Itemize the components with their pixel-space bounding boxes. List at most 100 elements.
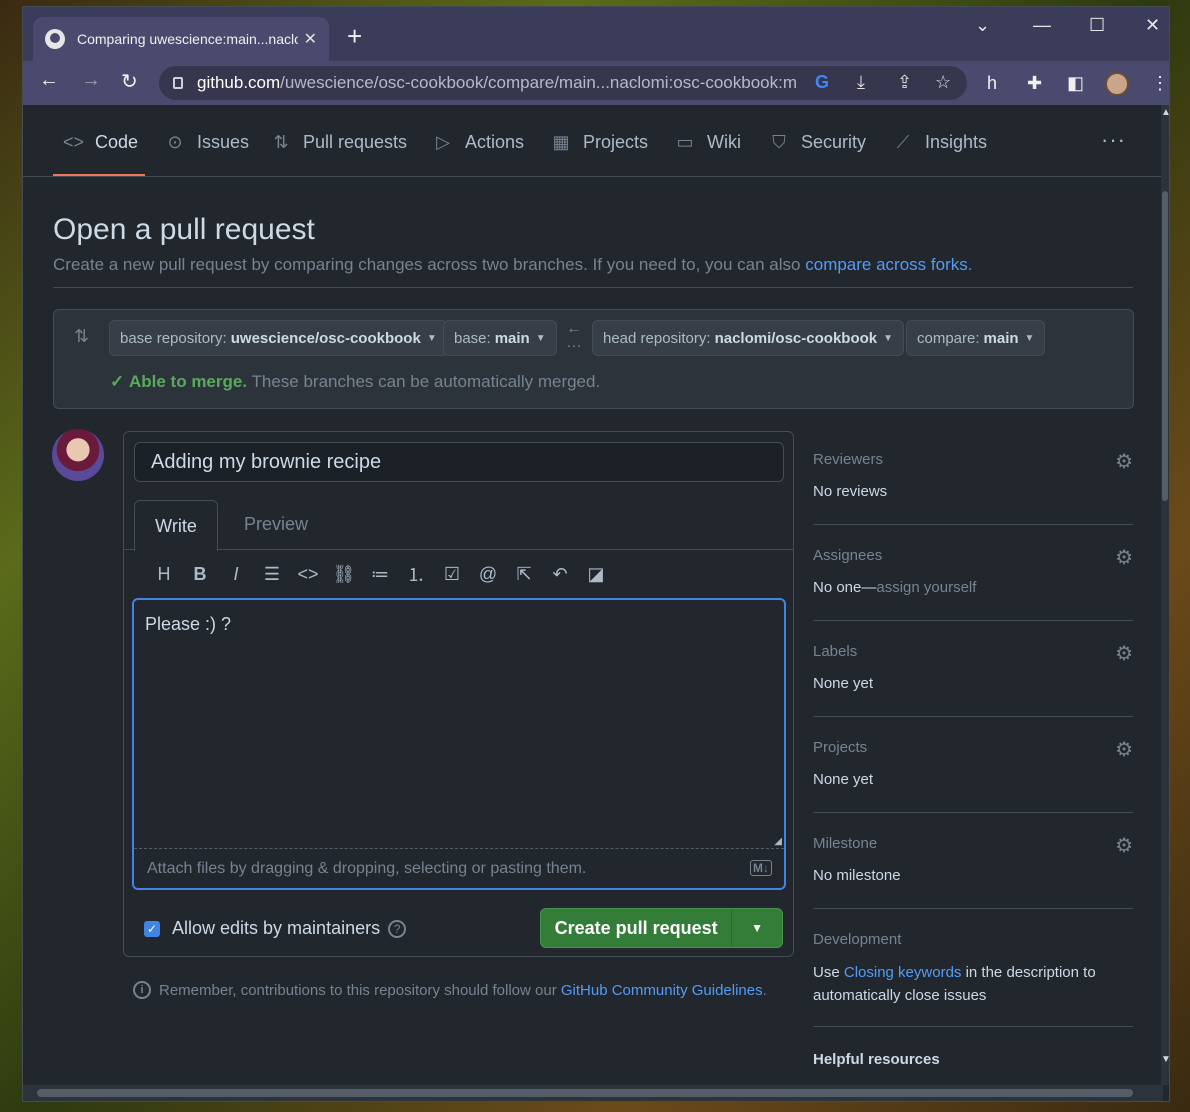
pr-title-input[interactable]: Adding my brownie recipe bbox=[134, 442, 784, 482]
milestone-heading[interactable]: Milestone bbox=[813, 835, 877, 852]
allow-edits-checkbox[interactable]: ✓ bbox=[144, 920, 160, 937]
hypothesis-extension-icon[interactable]: h bbox=[987, 73, 997, 94]
tab-issues[interactable]: ⊙ Issues bbox=[165, 129, 249, 155]
task-list-icon[interactable]: ☑ bbox=[434, 564, 470, 585]
allow-edits-label[interactable]: Allow edits by maintainers bbox=[172, 918, 380, 939]
tab-issues-label: Issues bbox=[197, 131, 250, 152]
compare-branch-select[interactable]: compare: main ▼ bbox=[906, 320, 1046, 356]
reviewers-value: No reviews bbox=[813, 483, 888, 500]
insights-icon: ⟋ bbox=[896, 131, 910, 152]
maximize-icon[interactable]: ☐ bbox=[1089, 15, 1105, 36]
bookmark-star-icon[interactable]: ☆ bbox=[935, 72, 951, 93]
code-icon: <> bbox=[63, 131, 85, 152]
bulleted-list-icon[interactable]: ≔ bbox=[362, 564, 398, 585]
gear-icon[interactable]: ⚙ bbox=[1115, 833, 1133, 858]
numbered-list-icon[interactable]: ⒈ bbox=[398, 561, 434, 587]
assignees-value: No one—assign yourself bbox=[813, 579, 977, 596]
horizontal-scrollbar[interactable] bbox=[23, 1085, 1163, 1101]
assignees-heading[interactable]: Assignees bbox=[813, 547, 882, 564]
gear-icon[interactable]: ⚙ bbox=[1115, 737, 1133, 762]
close-tab-icon[interactable]: ✕ bbox=[304, 29, 317, 49]
closing-keywords-link[interactable]: Closing keywords bbox=[844, 964, 962, 981]
tab-wiki[interactable]: ▭ Wiki bbox=[675, 129, 741, 155]
labels-heading[interactable]: Labels bbox=[813, 643, 857, 660]
tab-pull-requests[interactable]: ⇅ Pull requests bbox=[271, 129, 407, 155]
tab-search-icon[interactable]: ⌄ bbox=[975, 15, 990, 36]
tab-code-label: Code bbox=[95, 131, 139, 152]
google-icon[interactable]: G bbox=[815, 72, 829, 93]
editor-tabs: Write Preview bbox=[124, 500, 793, 551]
tab-write[interactable]: Write bbox=[134, 500, 218, 551]
browser-tab[interactable]: Comparing uwescience:main...naclomi:osc-… bbox=[33, 17, 329, 61]
markdown-toolbar: H B I ☰ <> ⛓ ≔ ⒈ ☑ @ ⇱ ↶ ◪ bbox=[146, 562, 614, 586]
slash-commands-icon[interactable]: ◪ bbox=[578, 564, 614, 585]
quote-icon[interactable]: ☰ bbox=[254, 564, 290, 585]
tab-code[interactable]: <> Code bbox=[63, 129, 138, 155]
assign-yourself-link[interactable]: assign yourself bbox=[876, 579, 976, 596]
minimize-icon[interactable]: — bbox=[1033, 15, 1051, 36]
pull-request-form: Adding my brownie recipe Write Preview H… bbox=[123, 431, 794, 957]
reload-icon[interactable]: ↻ bbox=[121, 69, 138, 94]
address-bar[interactable]: github.com/uwescience/osc-cookbook/compa… bbox=[159, 66, 967, 100]
vertical-scroll-thumb[interactable] bbox=[1162, 191, 1168, 501]
sidebar-milestone: Milestone ⚙ No milestone bbox=[813, 835, 1133, 909]
share-icon[interactable]: ⇪ bbox=[897, 72, 912, 93]
check-icon: ✓ bbox=[110, 372, 125, 391]
base-branch-select[interactable]: base: main ▼ bbox=[443, 320, 557, 356]
extensions-puzzle-icon[interactable]: ✚ bbox=[1027, 73, 1042, 94]
vertical-scrollbar[interactable]: ▲ ▼ bbox=[1161, 105, 1169, 1085]
heading-icon[interactable]: H bbox=[146, 564, 182, 585]
tab-projects[interactable]: ▦ Projects bbox=[551, 129, 648, 155]
attach-files-hint[interactable]: Attach files by dragging & dropping, sel… bbox=[147, 860, 586, 878]
base-repository-select[interactable]: base repository: uwescience/osc-cookbook ▼ bbox=[109, 320, 448, 356]
tab-actions-label: Actions bbox=[465, 131, 525, 152]
profile-avatar[interactable] bbox=[1105, 72, 1129, 96]
bold-icon[interactable]: B bbox=[182, 564, 218, 585]
page-subtitle: Create a new pull request by comparing c… bbox=[53, 255, 973, 274]
forward-icon[interactable]: → bbox=[81, 69, 101, 92]
mention-icon[interactable]: @ bbox=[470, 564, 506, 585]
help-icon[interactable]: ? bbox=[388, 919, 407, 938]
tab-actions[interactable]: ▷ Actions bbox=[433, 129, 524, 155]
tab-security[interactable]: ⛉ Security bbox=[769, 129, 866, 155]
caret-down-icon: ▼ bbox=[883, 332, 894, 344]
caret-down-icon: ▼ bbox=[535, 332, 546, 344]
link-icon[interactable]: ⛓ bbox=[326, 564, 362, 585]
markdown-icon[interactable]: M↓ bbox=[750, 860, 772, 876]
head-repository-select[interactable]: head repository: naclomi/osc-cookbook ▼ bbox=[592, 320, 905, 356]
side-panel-icon[interactable]: ◧ bbox=[1067, 73, 1084, 94]
pull-request-icon: ⇅ bbox=[273, 131, 289, 152]
user-avatar[interactable] bbox=[52, 429, 104, 481]
horizontal-scroll-thumb[interactable] bbox=[37, 1089, 1133, 1097]
gear-icon[interactable]: ⚙ bbox=[1115, 449, 1133, 474]
scroll-up-icon[interactable]: ▲ bbox=[1161, 107, 1169, 118]
create-options-dropdown-icon[interactable]: ▼ bbox=[732, 921, 782, 935]
close-window-icon[interactable]: ✕ bbox=[1145, 15, 1160, 36]
more-options-icon[interactable]: ··· bbox=[1101, 127, 1126, 153]
create-pull-request-button[interactable]: Create pull request bbox=[541, 909, 733, 947]
tab-preview[interactable]: Preview bbox=[244, 514, 308, 535]
compare-forks-link[interactable]: compare across forks bbox=[805, 255, 968, 274]
install-icon[interactable]: ⤓ bbox=[857, 72, 865, 93]
menu-kebab-icon[interactable]: ⋮ bbox=[1151, 73, 1169, 94]
lock-icon[interactable] bbox=[173, 77, 183, 89]
development-text: Use Closing keywords in the description … bbox=[813, 964, 1096, 1004]
left-arrow-icon: ←… bbox=[566, 320, 582, 351]
resize-handle-icon[interactable]: ◢ bbox=[774, 836, 782, 847]
projects-heading[interactable]: Projects bbox=[813, 739, 867, 756]
tab-insights[interactable]: ⟋ Insights bbox=[893, 129, 987, 155]
italic-icon[interactable]: I bbox=[218, 564, 254, 585]
url-text: github.com/uwescience/osc-cookbook/compa… bbox=[197, 73, 797, 92]
reviewers-heading[interactable]: Reviewers bbox=[813, 451, 883, 468]
code-icon[interactable]: <> bbox=[290, 564, 326, 585]
undo-reply-icon[interactable]: ↶ bbox=[542, 564, 578, 585]
new-tab-icon[interactable]: + bbox=[347, 23, 362, 49]
scroll-down-icon[interactable]: ▼ bbox=[1161, 1054, 1169, 1065]
gear-icon[interactable]: ⚙ bbox=[1115, 545, 1133, 570]
back-icon[interactable]: ← bbox=[39, 69, 59, 92]
reference-icon[interactable]: ⇱ bbox=[506, 564, 542, 585]
community-guidelines-link[interactable]: GitHub Community Guidelines bbox=[561, 982, 763, 999]
pr-body-textarea[interactable]: Please :) ? ◢ Attach files by dragging &… bbox=[132, 598, 786, 890]
gear-icon[interactable]: ⚙ bbox=[1115, 641, 1133, 666]
merge-status-text: These branches can be automatically merg… bbox=[251, 372, 601, 391]
